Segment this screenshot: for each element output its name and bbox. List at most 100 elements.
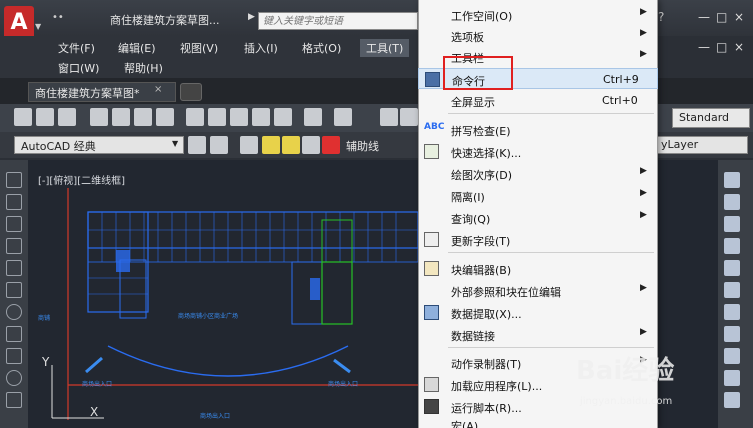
move-icon[interactable] <box>724 282 740 298</box>
spline-icon[interactable] <box>6 348 22 364</box>
block-editor-icon[interactable] <box>274 108 292 126</box>
run-script-icon <box>424 399 439 414</box>
menu-item-label: 拼写检查(E) <box>451 125 511 138</box>
polygon-icon[interactable] <box>6 238 22 254</box>
menu-separator <box>448 347 654 348</box>
center-label: 商场商铺小区商业广场 <box>178 312 238 320</box>
paste-icon[interactable] <box>230 108 248 126</box>
submenu-arrow-icon: ▶ <box>640 210 647 220</box>
menu-item-spell-check[interactable]: ABC 拼写检查(E) <box>418 119 658 140</box>
menu-item-label: 数据提取(X)... <box>451 308 522 321</box>
search-input[interactable] <box>258 12 418 30</box>
menu-item-workspace[interactable]: 工作空间(O) ▶ <box>418 4 658 25</box>
doc-close-button[interactable]: × <box>734 40 744 54</box>
customize-icon[interactable] <box>210 136 228 154</box>
line-icon[interactable] <box>6 172 22 188</box>
menu-item-data-extraction[interactable]: 数据提取(X)... <box>418 302 658 323</box>
menu-item-quick-select[interactable]: 快速选择(K)... <box>418 141 658 162</box>
scale-icon[interactable] <box>724 326 740 342</box>
menu-window[interactable]: 窗口(W) <box>58 60 99 76</box>
stretch-icon[interactable] <box>724 348 740 364</box>
revision-cloud-icon[interactable] <box>6 326 22 342</box>
redo-icon[interactable] <box>334 108 352 126</box>
title-expand-icon[interactable]: ▶ <box>248 12 255 22</box>
print-preview-icon[interactable] <box>112 108 130 126</box>
menu-item-isolate[interactable]: 隔离(I) ▶ <box>418 185 658 206</box>
building-block <box>321 261 353 325</box>
doc-restore-button[interactable]: □ <box>716 40 727 54</box>
offset-icon[interactable] <box>724 238 740 254</box>
ellipse-icon[interactable] <box>6 370 22 386</box>
open-file-icon[interactable] <box>36 108 54 126</box>
workspace-select[interactable]: AutoCAD 经典 <box>14 136 184 154</box>
layer-name[interactable]: 辅助线 <box>346 138 379 154</box>
quick-access-toolbar[interactable]: •• <box>52 12 64 23</box>
submenu-arrow-icon: ▶ <box>640 188 647 198</box>
app-menu-caret-icon[interactable]: ▼ <box>35 22 41 31</box>
erase-icon[interactable] <box>724 172 740 188</box>
menu-item-draw-order[interactable]: 绘图次序(D) ▶ <box>418 163 658 184</box>
sun-icon[interactable] <box>282 136 300 154</box>
copy-icon[interactable] <box>208 108 226 126</box>
menu-view[interactable]: 视图(V) <box>180 40 218 56</box>
construction-line-icon[interactable] <box>6 194 22 210</box>
menu-item-palettes[interactable]: 选项板 ▶ <box>418 25 658 46</box>
array-icon[interactable] <box>724 260 740 276</box>
match-properties-icon[interactable] <box>252 108 270 126</box>
menu-item-label: 外部参照和块在位编辑 <box>451 286 561 299</box>
polyline-icon[interactable] <box>6 216 22 232</box>
rectangle-icon[interactable] <box>6 260 22 276</box>
insert-block-icon[interactable] <box>6 392 22 408</box>
layer-color-swatch[interactable] <box>322 136 340 154</box>
trim-icon[interactable] <box>724 370 740 386</box>
rotate-icon[interactable] <box>724 304 740 320</box>
save-icon[interactable] <box>58 108 76 126</box>
3d-print-icon[interactable] <box>156 108 174 126</box>
menu-item-label: 加载应用程序(L)... <box>451 380 543 393</box>
copy-object-icon[interactable] <box>724 194 740 210</box>
workspace-settings-icon[interactable] <box>188 136 206 154</box>
arc-icon[interactable] <box>6 282 22 298</box>
layer-properties-icon[interactable] <box>240 136 258 154</box>
lightbulb-icon[interactable] <box>262 136 280 154</box>
linetype-select[interactable]: yLayer <box>656 136 748 154</box>
menu-item-macro[interactable]: 宏(A) <box>418 416 658 428</box>
lock-icon[interactable] <box>302 136 320 154</box>
undo-icon[interactable] <box>304 108 322 126</box>
menu-item-update-fields[interactable]: 更新字段(T) <box>418 229 658 250</box>
cut-icon[interactable] <box>186 108 204 126</box>
menu-item-shortcut: Ctrl+0 <box>602 94 638 107</box>
close-button[interactable]: × <box>734 10 744 24</box>
text-style-select[interactable]: Standard <box>672 108 750 128</box>
menu-tools[interactable]: 工具(T) <box>360 39 410 57</box>
mirror-icon[interactable] <box>724 216 740 232</box>
block-editor-icon <box>424 261 439 276</box>
circle-icon[interactable] <box>6 304 22 320</box>
extend-icon[interactable] <box>724 392 740 408</box>
menu-file[interactable]: 文件(F) <box>58 40 95 56</box>
chevron-down-icon[interactable]: ▼ <box>172 139 178 148</box>
menu-edit[interactable]: 编辑(E) <box>118 40 156 56</box>
help-icon[interactable]: ? <box>658 10 664 24</box>
highlight-annotation-box <box>443 56 513 90</box>
autocad-logo[interactable]: A <box>4 6 34 40</box>
new-file-icon[interactable] <box>14 108 32 126</box>
menu-item-data-links[interactable]: 数据链接 ▶ <box>418 324 658 345</box>
publish-icon[interactable] <box>134 108 152 126</box>
tab-close-icon[interactable]: × <box>154 84 162 95</box>
menu-item-inquiry[interactable]: 查询(Q) ▶ <box>418 207 658 228</box>
menu-item-xref-edit[interactable]: 外部参照和块在位编辑 ▶ <box>418 280 658 301</box>
pan-icon[interactable] <box>380 108 398 126</box>
zoom-icon[interactable] <box>400 108 418 126</box>
maximize-button[interactable]: □ <box>716 10 727 24</box>
menu-item-label: 宏(A) <box>451 420 479 428</box>
menu-format[interactable]: 格式(O) <box>302 40 341 56</box>
doc-minimize-button[interactable]: — <box>698 40 710 54</box>
menu-insert[interactable]: 插入(I) <box>244 40 278 56</box>
new-tab-button[interactable] <box>180 83 202 101</box>
menu-item-block-editor[interactable]: 块编辑器(B) <box>418 258 658 279</box>
menu-help[interactable]: 帮助(H) <box>124 60 163 76</box>
minimize-button[interactable]: — <box>698 10 710 24</box>
menu-item-clean-screen[interactable]: 全屏显示 Ctrl+0 <box>418 90 658 111</box>
print-icon[interactable] <box>90 108 108 126</box>
